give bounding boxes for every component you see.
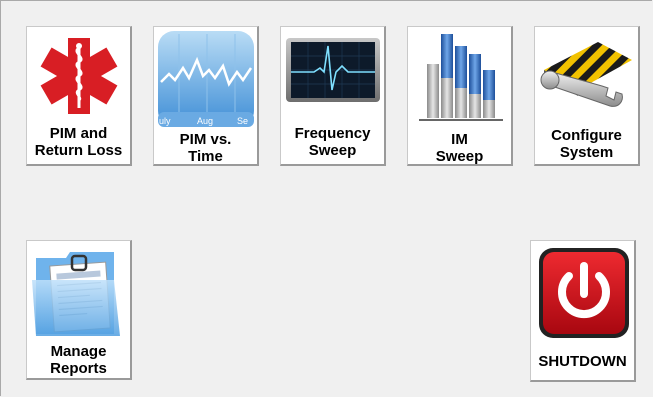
shutdown-button[interactable]: SHUTDOWN [530, 240, 636, 382]
tile-label: Frequency Sweep [294, 125, 371, 159]
stocks-chart-icon: uly Aug Se [158, 31, 254, 127]
tile-label: IM Sweep [435, 131, 484, 165]
bar-graph-3d-icon [419, 34, 503, 121]
tile-label: PIM vs. Time [179, 131, 232, 165]
pim-vs-time-button[interactable]: uly Aug Se PIM vs. Time [153, 26, 259, 166]
pim-return-loss-button[interactable]: PIM and Return Loss [26, 26, 132, 166]
frequency-sweep-button[interactable]: Frequency Sweep [280, 26, 386, 166]
manage-reports-button[interactable]: Manage Reports [26, 240, 132, 380]
tile-label: Configure System [551, 127, 622, 161]
reports-folder-icon [32, 252, 120, 336]
month-label: uly [159, 116, 171, 126]
im-sweep-button[interactable]: IM Sweep [407, 26, 513, 166]
tile-label: SHUTDOWN [538, 353, 627, 370]
tile-label: Manage Reports [50, 343, 107, 377]
tools-wrench-icon [540, 42, 632, 107]
month-label: Aug [197, 116, 213, 126]
medical-star-icon [40, 38, 118, 114]
waveform-monitor-icon [286, 38, 380, 102]
tile-label: PIM and Return Loss [34, 125, 123, 159]
power-icon [539, 248, 629, 338]
month-label: Se [237, 116, 248, 126]
configure-system-button[interactable]: Configure System [534, 26, 640, 166]
app-window: PIM and Return Loss uly Aug Se PIM vs. Tim… [0, 0, 652, 396]
